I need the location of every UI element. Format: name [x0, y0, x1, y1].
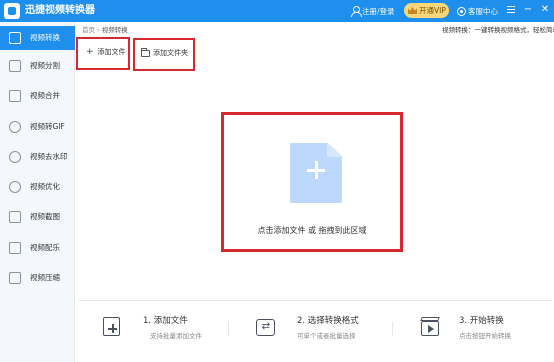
- add-file-label: 添加文件: [97, 48, 126, 56]
- add-file-step-icon: [101, 316, 123, 338]
- compress-icon: [9, 272, 21, 284]
- add-file-button[interactable]: + 添加文件: [76, 37, 130, 70]
- sidebar-item-screenshot[interactable]: 视频截图: [0, 205, 75, 229]
- minimize-button[interactable]: −: [522, 4, 534, 16]
- breadcrumb: 首页 › 视频转换: [82, 26, 128, 35]
- divider: [78, 300, 552, 301]
- step-1-title: 1. 添加文件: [143, 316, 188, 326]
- sidebar-item-optimize[interactable]: 视频优化: [0, 175, 75, 199]
- step-3-title: 3. 开始转换: [459, 316, 504, 326]
- video-gif-icon: [9, 121, 21, 133]
- app-logo-icon: [4, 3, 20, 19]
- sidebar-item-video-gif[interactable]: 视频转GIF: [0, 115, 75, 139]
- vip-button[interactable]: 开通VIP: [404, 3, 449, 18]
- sidebar-item-label: 视频截图: [30, 212, 60, 221]
- video-split-icon: [9, 60, 21, 72]
- sidebar-item-label: 视频配乐: [30, 243, 60, 252]
- user-icon: [351, 6, 362, 17]
- app-title: 迅捷视频转换器: [25, 5, 95, 16]
- sidebar-item-music[interactable]: 视频配乐: [0, 236, 75, 260]
- service-icon: [457, 6, 466, 16]
- add-folder-button[interactable]: 添加文件夹: [133, 38, 195, 71]
- login-label: 注册/登录: [362, 6, 395, 16]
- convert-format-step-icon: ⇄: [255, 316, 277, 338]
- plus-icon: +: [86, 46, 94, 57]
- service-center-link[interactable]: 客服中心: [457, 0, 498, 22]
- step-3-desc: 点击按钮开始转换: [459, 332, 511, 340]
- add-folder-label: 添加文件夹: [153, 49, 188, 57]
- crown-icon: [408, 7, 417, 14]
- breadcrumb-home[interactable]: 首页: [82, 26, 95, 34]
- login-link[interactable]: 注册/登录: [351, 0, 395, 22]
- step-2-title: 2. 选择转换格式: [297, 316, 359, 326]
- sidebar-item-video-convert[interactable]: 视频转换: [0, 26, 75, 50]
- sidebar-item-label: 视频分割: [30, 61, 60, 70]
- file-drop-zone[interactable]: 点击添加文件 或 拖拽到此区域: [221, 112, 403, 252]
- video-convert-icon: [9, 32, 21, 44]
- service-label: 客服中心: [468, 6, 498, 16]
- close-button[interactable]: ✕: [539, 4, 551, 16]
- step-1-desc: 支持批量添加文件: [150, 332, 202, 340]
- sidebar-item-video-split[interactable]: 视频分割: [0, 54, 75, 78]
- sidebar-item-label: 视频优化: [30, 182, 60, 191]
- screenshot-icon: [9, 211, 21, 223]
- title-bar: 迅捷视频转换器 注册/登录 开通VIP 客服中心 − ✕: [0, 0, 554, 22]
- start-convert-step-icon: [419, 316, 441, 338]
- video-merge-icon: [9, 90, 21, 102]
- sidebar-item-video-merge[interactable]: 视频合并: [0, 84, 75, 108]
- music-icon: [9, 242, 21, 254]
- drop-zone-text: 点击添加文件 或 拖拽到此区域: [257, 226, 367, 235]
- vip-label: 开通VIP: [419, 6, 446, 15]
- breadcrumb-current: 视频转换: [101, 26, 128, 34]
- page-tip: 视频转换：一键转换视频格式，轻松简单: [442, 26, 554, 34]
- sidebar-item-label: 视频去水印: [30, 152, 68, 161]
- sidebar-item-label: 视频压缩: [30, 273, 60, 282]
- sidebar-item-label: 视频转换: [30, 33, 60, 42]
- sidebar-item-label: 视频合并: [30, 91, 60, 100]
- sidebar-item-compress[interactable]: 视频压缩: [0, 266, 75, 290]
- sidebar: 视频转换 视频分割 视频合并 视频转GIF 视频去水印 视频优化 视频截图 视频…: [0, 22, 75, 362]
- folder-icon: [141, 47, 150, 57]
- step-2-desc: 可单个或者批量选择: [297, 332, 356, 340]
- sidebar-item-label: 视频转GIF: [30, 122, 65, 131]
- breadcrumb-separator: ›: [97, 26, 100, 34]
- watermark-icon: [9, 151, 21, 163]
- menu-icon[interactable]: [505, 4, 517, 16]
- optimize-icon: [9, 181, 21, 193]
- sidebar-item-watermark[interactable]: 视频去水印: [0, 145, 75, 169]
